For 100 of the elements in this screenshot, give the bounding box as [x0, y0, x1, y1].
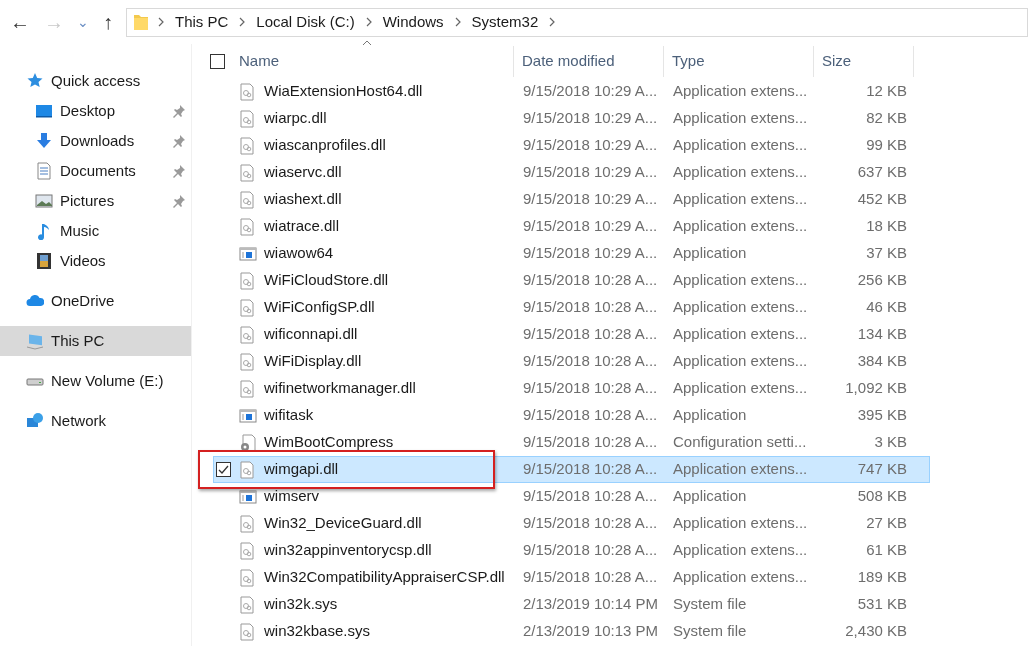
- sidebar-item[interactable]: Documents: [0, 156, 191, 186]
- chevron-icon: [238, 16, 247, 28]
- date-modified: 9/15/2018 10:29 A...: [522, 108, 659, 129]
- date-modified: 9/15/2018 10:29 A...: [522, 162, 659, 183]
- file-type: System file: [672, 594, 748, 615]
- file-row[interactable]: WiFiCloudStore.dll 9/15/2018 10:28 A... Application extens... 256 KB: [213, 267, 930, 294]
- date-modified: 9/15/2018 10:28 A...: [522, 324, 659, 345]
- file-size: 189 KB: [856, 567, 907, 588]
- file-size: 384 KB: [856, 351, 907, 372]
- file-row[interactable]: WiFiDisplay.dll 9/15/2018 10:28 A... Application extens... 384 KB: [213, 348, 930, 375]
- file-row[interactable]: wiascanprofiles.dll 9/15/2018 10:29 A... Application extens... 99 KB: [213, 132, 930, 159]
- sidebar-item[interactable]: Network: [0, 406, 191, 436]
- sidebar-item[interactable]: New Volume (E:): [0, 366, 191, 396]
- file-row[interactable]: win32k.sys 2/13/2019 10:14 PM System file 531 KB: [213, 591, 930, 618]
- file-size: 395 KB: [856, 405, 907, 426]
- select-all-checkbox[interactable]: [210, 54, 225, 69]
- sidebar-item[interactable]: Music: [0, 216, 191, 246]
- file-name: WiFiCloudStore.dll: [264, 270, 389, 291]
- check-icon: [218, 464, 229, 475]
- file-name: wiaservc.dll: [264, 162, 342, 183]
- file-size: 61 KB: [865, 540, 907, 561]
- folder-icon: [133, 13, 149, 31]
- file-name: WiFiConfigSP.dll: [264, 297, 375, 318]
- file-type: Application extens...: [672, 297, 809, 318]
- up-button[interactable]: ↑: [94, 7, 122, 37]
- file-row[interactable]: win32kbase.sys 2/13/2019 10:13 PM System file 2,430 KB: [213, 618, 930, 645]
- file-row[interactable]: WiaExtensionHost64.dll 9/15/2018 10:29 A... Application extens... 12 KB: [213, 78, 930, 105]
- file-name: wiashext.dll: [264, 189, 342, 210]
- file-size: 82 KB: [865, 108, 907, 129]
- sidebar-item[interactable]: This PC: [0, 326, 191, 356]
- file-type: Application extens...: [672, 216, 809, 237]
- file-row[interactable]: wiashext.dll 9/15/2018 10:29 A... Application extens... 452 KB: [213, 186, 930, 213]
- file-row[interactable]: Win32_DeviceGuard.dll 9/15/2018 10:28 A... Application extens... 27 KB: [213, 510, 930, 537]
- file-name: WiFiDisplay.dll: [264, 351, 362, 372]
- file-type: Application extens...: [672, 108, 809, 129]
- sidebar-item[interactable]: Downloads: [0, 126, 191, 156]
- column-header[interactable]: Size: [814, 46, 852, 77]
- date-modified: 9/15/2018 10:28 A...: [522, 405, 659, 426]
- date-modified: 9/15/2018 10:28 A...: [522, 540, 659, 561]
- file-name: WimBootCompress: [264, 432, 394, 453]
- breadcrumb-segment[interactable]: Windows: [380, 10, 446, 34]
- file-row[interactable]: wificonnapi.dll 9/15/2018 10:28 A... Application extens... 134 KB: [213, 321, 930, 348]
- recent-locations-button[interactable]: ⌄: [74, 11, 92, 33]
- column-header[interactable]: Name: [239, 46, 279, 77]
- date-modified: 9/15/2018 10:29 A...: [522, 135, 659, 156]
- breadcrumb-segment[interactable]: Local Disk (C:): [254, 10, 357, 34]
- file-size: 46 KB: [865, 297, 907, 318]
- file-name: Win32CompatibilityAppraiserCSP.dll: [264, 567, 505, 588]
- file-size: 12 KB: [865, 81, 907, 102]
- file-type: System file: [672, 621, 748, 642]
- date-modified: 9/15/2018 10:28 A...: [522, 351, 659, 372]
- address-bar[interactable]: This PC Local Disk (C:) Windows System32: [126, 7, 1028, 37]
- back-button[interactable]: ←: [6, 7, 34, 37]
- file-type: Application: [672, 243, 748, 264]
- file-size: 18 KB: [865, 216, 907, 237]
- breadcrumb-segment[interactable]: This PC: [173, 10, 231, 34]
- date-modified: 9/15/2018 10:28 A...: [522, 513, 659, 534]
- file-size: 37 KB: [865, 243, 907, 264]
- chevron-icon: [453, 16, 462, 28]
- file-name: win32k.sys: [264, 594, 338, 615]
- file-row[interactable]: win32appinventorycsp.dll 9/15/2018 10:28 A... Application extens... 61 KB: [213, 537, 930, 564]
- date-modified: 9/15/2018 10:29 A...: [522, 216, 659, 237]
- sidebar-item[interactable]: OneDrive: [0, 286, 191, 316]
- file-row[interactable]: wiawow64 9/15/2018 10:29 A... Application 37 KB: [213, 240, 930, 267]
- file-size: 2,430 KB: [844, 621, 907, 642]
- file-row[interactable]: Win32CompatibilityAppraiserCSP.dll 9/15/2018 10:28 A... Application extens... 189 KB: [213, 564, 930, 591]
- file-type: Configuration setti...: [672, 432, 808, 453]
- sidebar-item[interactable]: Quick access: [0, 66, 191, 96]
- file-row[interactable]: wifinetworkmanager.dll 9/15/2018 10:28 A... Application extens... 1,092 KB: [213, 375, 930, 402]
- file-type: Application extens...: [672, 324, 809, 345]
- date-modified: 9/15/2018 10:29 A...: [522, 243, 659, 264]
- date-modified: 9/15/2018 10:28 A...: [522, 297, 659, 318]
- file-type: Application extens...: [672, 351, 809, 372]
- sidebar-item[interactable]: Desktop: [0, 96, 191, 126]
- breadcrumb-segment[interactable]: System32: [469, 10, 541, 34]
- file-row[interactable]: wiatrace.dll 9/15/2018 10:29 A... Application extens... 18 KB: [213, 213, 930, 240]
- column-header[interactable]: Date modified: [514, 46, 615, 77]
- sidebar-item[interactable]: Videos: [0, 246, 191, 276]
- date-modified: 9/15/2018 10:29 A...: [522, 189, 659, 210]
- file-row[interactable]: WimBootCompress 9/15/2018 10:28 A... Configuration setti... 3 KB: [213, 429, 930, 456]
- sidebar-item[interactable]: Pictures: [0, 186, 191, 216]
- file-row[interactable]: wimgapi.dll 9/15/2018 10:28 A... Application extens... 747 KB: [213, 456, 930, 483]
- chevron-icon: [364, 16, 373, 28]
- file-row[interactable]: wifitask 9/15/2018 10:28 A... Application 395 KB: [213, 402, 930, 429]
- file-name: win32appinventorycsp.dll: [264, 540, 432, 561]
- column-header[interactable]: Type: [664, 46, 705, 77]
- file-row[interactable]: wiarpc.dll 9/15/2018 10:29 A... Application extens... 82 KB: [213, 105, 930, 132]
- file-name: win32kbase.sys: [264, 621, 370, 642]
- row-checkbox[interactable]: [216, 462, 231, 477]
- file-name: wiascanprofiles.dll: [264, 135, 386, 156]
- file-type: Application extens...: [672, 189, 809, 210]
- date-modified: 9/15/2018 10:28 A...: [522, 270, 659, 291]
- file-type: Application extens...: [672, 567, 809, 588]
- file-row[interactable]: WiFiConfigSP.dll 9/15/2018 10:28 A... Application extens... 46 KB: [213, 294, 930, 321]
- file-row[interactable]: wiaservc.dll 9/15/2018 10:29 A... Application extens... 637 KB: [213, 159, 930, 186]
- date-modified: 9/15/2018 10:28 A...: [522, 486, 659, 507]
- file-row[interactable]: wimserv 9/15/2018 10:28 A... Application 508 KB: [213, 483, 930, 510]
- chevron-icon: [157, 16, 165, 28]
- file-size: 99 KB: [865, 135, 907, 156]
- file-name: wifitask: [264, 405, 314, 426]
